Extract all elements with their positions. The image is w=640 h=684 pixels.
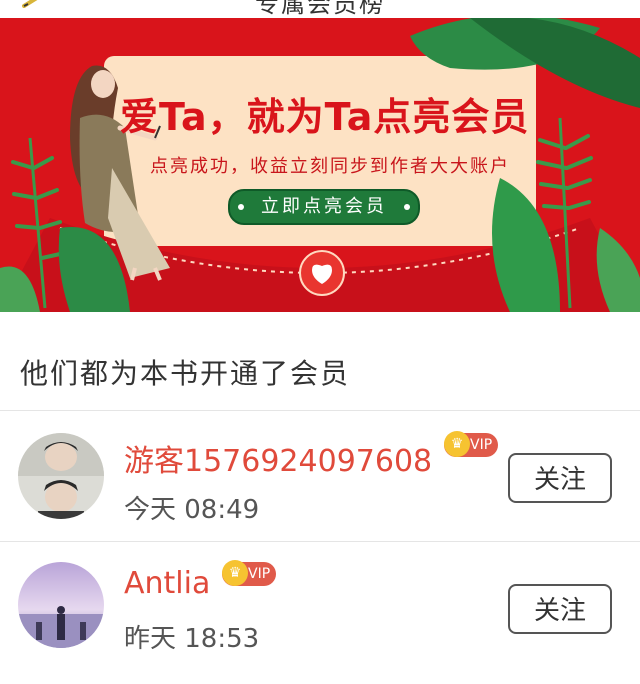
banner-subtitle: 点亮成功，收益立刻同步到作者大大账户 xyxy=(150,156,510,177)
member-row[interactable]: Antlia ♛ VIP 昨天 18:53 关注 xyxy=(0,542,640,672)
landscape-avatar-icon[interactable] xyxy=(18,562,104,648)
banner-headline: 爱Ta，就为Ta点亮会员 xyxy=(120,95,530,139)
member-time: 今天 08:49 xyxy=(124,495,260,525)
promo-banner[interactable]: 爱Ta，就为Ta点亮会员 点亮成功，收益立刻同步到作者大大账户 立即点亮会员 xyxy=(0,18,640,312)
vip-badge-label: VIP xyxy=(248,566,271,582)
vip-badge: ♛ VIP xyxy=(444,431,499,457)
light-up-membership-button[interactable]: 立即点亮会员 xyxy=(228,189,420,225)
member-time: 昨天 18:53 xyxy=(124,624,260,654)
vip-badge-label: VIP xyxy=(470,437,493,453)
crown-icon: ♛ xyxy=(444,431,470,457)
members-section-title: 他们都为本书开通了会员 xyxy=(20,357,351,390)
page-title: 专属会员榜 xyxy=(255,0,385,18)
vip-badge: ♛ VIP xyxy=(222,560,277,586)
follow-button[interactable]: 关注 xyxy=(508,584,612,634)
crown-icon: ♛ xyxy=(222,560,248,586)
follow-button[interactable]: 关注 xyxy=(508,453,612,503)
member-name[interactable]: 游客1576924097608 xyxy=(124,436,432,480)
photo-avatar-icon[interactable] xyxy=(18,433,104,519)
top-bar: 专属会员榜 xyxy=(0,0,640,18)
member-row[interactable]: 游客1576924097608 ♛ VIP 今天 08:49 关注 xyxy=(0,411,640,541)
member-name[interactable]: Antlia xyxy=(124,566,210,601)
